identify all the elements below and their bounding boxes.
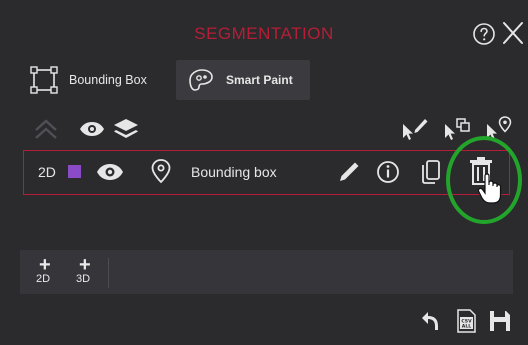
location-pin-icon[interactable] xyxy=(148,151,174,193)
item-dimension-label: 2D xyxy=(38,164,56,180)
all-label: ALL xyxy=(462,323,471,329)
cursor-pencil-icon[interactable] xyxy=(400,114,430,144)
hand-pointer-cursor-icon xyxy=(477,173,502,204)
panel-title: SEGMENTATION xyxy=(194,24,334,43)
question-circle-icon[interactable] xyxy=(472,22,496,46)
smart-paint-tool-label: Smart Paint xyxy=(226,73,293,87)
chevron-up-icon[interactable] xyxy=(30,114,62,144)
csv-export-icon[interactable]: CSV ALL xyxy=(453,308,479,334)
info-icon[interactable] xyxy=(374,151,402,193)
close-icon[interactable] xyxy=(501,20,525,46)
bounding-box-icon xyxy=(30,66,58,94)
undo-icon[interactable] xyxy=(418,308,444,334)
add-2d-button[interactable]: + 2D xyxy=(32,254,60,288)
pencil-icon[interactable] xyxy=(337,151,361,193)
smart-paint-icon xyxy=(189,69,213,91)
item-name: Bounding box xyxy=(191,164,277,180)
bounding-box-tool-label: Bounding Box xyxy=(69,73,147,87)
add-3d-label: 3D xyxy=(76,273,91,285)
segmentation-panel: SEGMENTATION Bounding Box Smart Paint 2D… xyxy=(0,0,528,345)
eye-icon[interactable] xyxy=(95,151,125,193)
add-3d-button[interactable]: + 3D xyxy=(72,254,100,288)
smart-paint-tool-button[interactable]: Smart Paint xyxy=(176,60,310,100)
copy-icon[interactable] xyxy=(420,151,442,193)
separator xyxy=(108,258,109,288)
add-annotation-bar: + 2D + 3D xyxy=(20,250,513,294)
add-2d-label: 2D xyxy=(36,273,51,285)
bounding-box-tool-button[interactable]: Bounding Box xyxy=(19,60,171,100)
annotation-item-row[interactable]: 2D Bounding box xyxy=(23,150,510,195)
class-color-swatch[interactable] xyxy=(68,165,81,178)
eye-icon[interactable] xyxy=(78,114,106,144)
layers-icon[interactable] xyxy=(112,114,140,144)
save-icon[interactable] xyxy=(487,308,513,334)
